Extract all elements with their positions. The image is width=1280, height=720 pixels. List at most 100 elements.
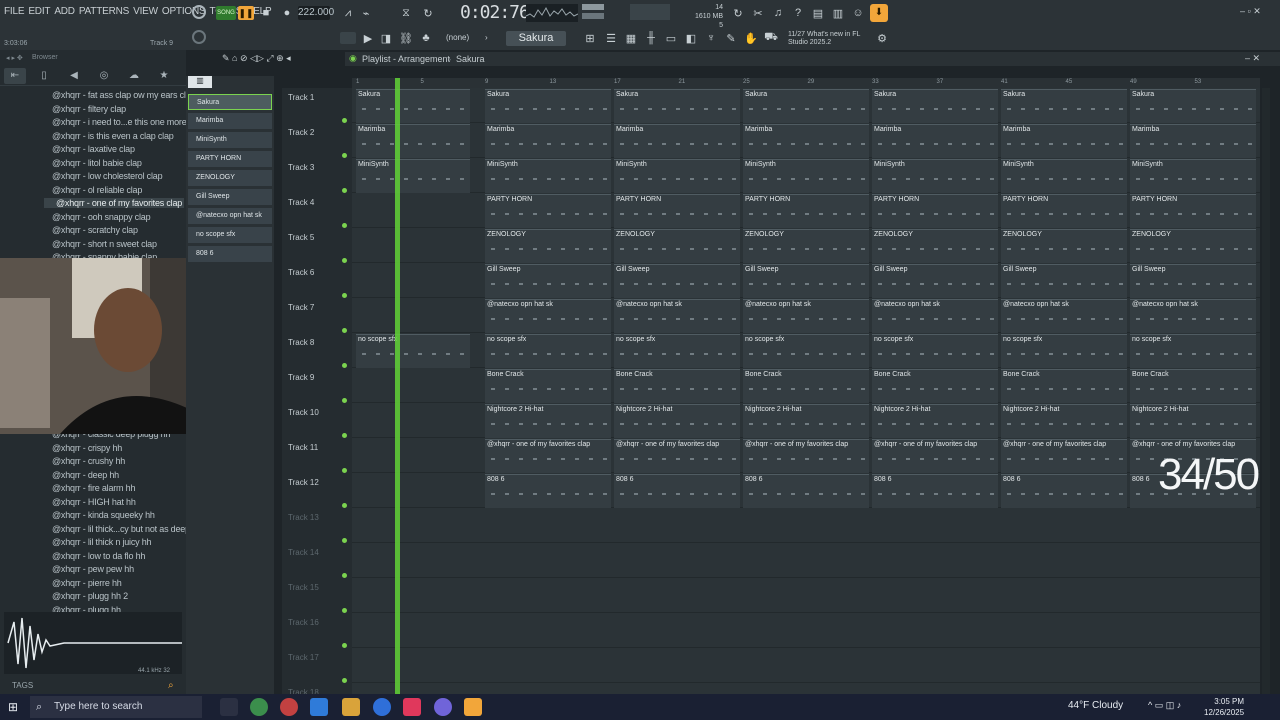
pattern-selector[interactable]: Sakura: [506, 31, 566, 46]
pattern-clip[interactable]: @xhqrr - one of my favorites clap: [614, 439, 740, 473]
browser-item[interactable]: @xhqrr - i need to...e this one more cla…: [52, 117, 205, 127]
menu-file[interactable]: FILE: [4, 6, 25, 17]
track-header[interactable]: Track 11: [288, 443, 318, 452]
browser-item[interactable]: @xhqrr - fat ass clap ow my ears clap: [52, 90, 195, 100]
browser-item[interactable]: @xhqrr - filtery clap: [52, 104, 126, 114]
track-mute-led[interactable]: [342, 188, 347, 193]
browser-item[interactable]: @xhqrr - crispy hh: [52, 443, 122, 453]
pattern-clip[interactable]: MiniSynth: [1130, 159, 1256, 193]
save-icon[interactable]: ▤: [810, 5, 826, 21]
pattern-clip[interactable]: Gill Sweep: [1001, 264, 1127, 298]
pattern-clip[interactable]: PARTY HORN: [743, 194, 869, 228]
pattern-clip[interactable]: no scope sfx: [1130, 334, 1256, 368]
channel-rack-icon[interactable]: ▦: [623, 30, 639, 46]
music-icon[interactable]: [403, 698, 421, 716]
plugin-icon[interactable]: ♆: [703, 30, 719, 46]
track-mute-led[interactable]: [342, 363, 347, 368]
pattern-clip[interactable]: Nightcore 2 Hi-hat: [1001, 404, 1127, 438]
playlist-icon[interactable]: ◧: [683, 30, 699, 46]
wait-input-icon[interactable]: ⌁: [358, 5, 374, 21]
pattern-clip[interactable]: Bone Crack: [485, 369, 611, 403]
news-panel[interactable]: 11/27 What's new in FL Studio 2025.2: [788, 31, 860, 47]
track-mute-led[interactable]: [342, 153, 347, 158]
track-header[interactable]: Track 6: [288, 268, 314, 277]
refresh-icon[interactable]: ↻: [730, 5, 746, 21]
browser-item[interactable]: @xhqrr - low cholesterol clap: [52, 171, 163, 181]
pattern-clip[interactable]: no scope sfx: [614, 334, 740, 368]
track-header[interactable]: Track 15: [288, 583, 319, 592]
track-header[interactable]: Track 1: [288, 93, 314, 102]
app2-icon[interactable]: [373, 698, 391, 716]
settings-icon[interactable]: ⚙: [874, 30, 890, 46]
menu-add[interactable]: ADD: [54, 6, 75, 17]
timeline-ruler[interactable]: 1 5 9 13 17 21 25 29 33 37 41 45 49 53: [352, 78, 1260, 88]
channel-button[interactable]: @natecxo opn hat sk: [188, 208, 272, 224]
pattern-clip[interactable]: PARTY HORN: [1130, 194, 1256, 228]
view-mode-icon[interactable]: [340, 32, 356, 44]
track-header[interactable]: Track 2: [288, 128, 314, 137]
browser-icon[interactable]: ▭: [663, 30, 679, 46]
pattern-clip[interactable]: no scope sfx: [356, 334, 470, 368]
playlist-window-controls[interactable]: ‒ ✕: [1245, 53, 1260, 64]
track-header[interactable]: Track 7: [288, 303, 314, 312]
pattern-clip[interactable]: Marimba: [614, 124, 740, 158]
task-view-icon[interactable]: [220, 698, 238, 716]
pattern-clip[interactable]: Marimba: [1130, 124, 1256, 158]
browser-item[interactable]: @xhqrr - scratchy clap: [52, 225, 138, 235]
pattern-clip[interactable]: no scope sfx: [1001, 334, 1127, 368]
track-mute-led[interactable]: [342, 258, 347, 263]
pattern-clip[interactable]: @natecxo opn hat sk: [1001, 299, 1127, 333]
browser-item[interactable]: @xhqrr - ol reliable clap: [52, 185, 142, 195]
pattern-clip[interactable]: 808 6: [872, 474, 998, 508]
pattern-picker-icon[interactable]: ⊞: [582, 30, 598, 46]
pattern-clip[interactable]: Gill Sweep: [1130, 264, 1256, 298]
pattern-clip[interactable]: Bone Crack: [1130, 369, 1256, 403]
pattern-clip[interactable]: 808 6: [1001, 474, 1127, 508]
track-lane[interactable]: [352, 613, 1260, 648]
stop-button[interactable]: ■: [258, 5, 274, 21]
tools-icon[interactable]: ✎: [723, 30, 739, 46]
browser-tab-file-icon[interactable]: ▯: [33, 68, 55, 84]
track-header[interactable]: Track 16: [288, 618, 319, 627]
pattern-clip[interactable]: Nightcore 2 Hi-hat: [485, 404, 611, 438]
file-explorer-icon[interactable]: [342, 698, 360, 716]
pattern-clip[interactable]: Marimba: [872, 124, 998, 158]
pattern-clip[interactable]: MiniSynth: [1001, 159, 1127, 193]
pattern-clip[interactable]: Sakura: [872, 89, 998, 123]
pattern-clip[interactable]: @natecxo opn hat sk: [1130, 299, 1256, 333]
pattern-clip[interactable]: Bone Crack: [614, 369, 740, 403]
pattern-clip[interactable]: Marimba: [485, 124, 611, 158]
link-icon[interactable]: ⛓: [398, 30, 414, 46]
pattern-clip[interactable]: Nightcore 2 Hi-hat: [872, 404, 998, 438]
track-mute-led[interactable]: [342, 678, 347, 683]
windows-start-icon[interactable]: ⊞: [8, 700, 18, 714]
channel-button[interactable]: PARTY HORN: [188, 151, 272, 167]
track-mute-led[interactable]: [342, 223, 347, 228]
mic-icon[interactable]: ♫: [770, 5, 786, 21]
track-header[interactable]: Track 13: [288, 513, 319, 522]
pattern-clip[interactable]: Nightcore 2 Hi-hat: [1130, 404, 1256, 438]
pattern-clip[interactable]: 808 6: [743, 474, 869, 508]
playhead[interactable]: [395, 78, 400, 694]
channel-button[interactable]: ZENOLOGY: [188, 170, 272, 186]
browser-item[interactable]: @xhqrr - laxative clap: [52, 144, 135, 154]
track-mute-led[interactable]: [342, 398, 347, 403]
playlist-scrollbar[interactable]: [1262, 88, 1270, 694]
track-lane[interactable]: [352, 648, 1260, 683]
pattern-clip[interactable]: Gill Sweep: [614, 264, 740, 298]
weather-widget[interactable]: 44°F Cloudy: [1068, 700, 1123, 711]
master-volume-slider[interactable]: [582, 4, 604, 10]
pattern-clip[interactable]: ZENOLOGY: [743, 229, 869, 263]
track-mute-led[interactable]: [342, 328, 347, 333]
pattern-clip[interactable]: no scope sfx: [485, 334, 611, 368]
pattern-clip[interactable]: Bone Crack: [1001, 369, 1127, 403]
taskbar-search[interactable]: ⌕ Type here to search: [30, 696, 202, 718]
playlist-grid[interactable]: Sakura Sakura Sakura Sakura Sakura Sakura Saku…: [352, 88, 1260, 694]
pause-button[interactable]: ❚❚: [238, 6, 254, 20]
pattern-clip[interactable]: MiniSynth: [356, 159, 470, 193]
pattern-clip[interactable]: no scope sfx: [872, 334, 998, 368]
menu-edit[interactable]: EDIT: [28, 6, 50, 17]
pattern-clip[interactable]: PARTY HORN: [872, 194, 998, 228]
browser-nav-icon[interactable]: ◂ ▸ ✥: [6, 54, 23, 62]
track-mute-led[interactable]: [342, 503, 347, 508]
